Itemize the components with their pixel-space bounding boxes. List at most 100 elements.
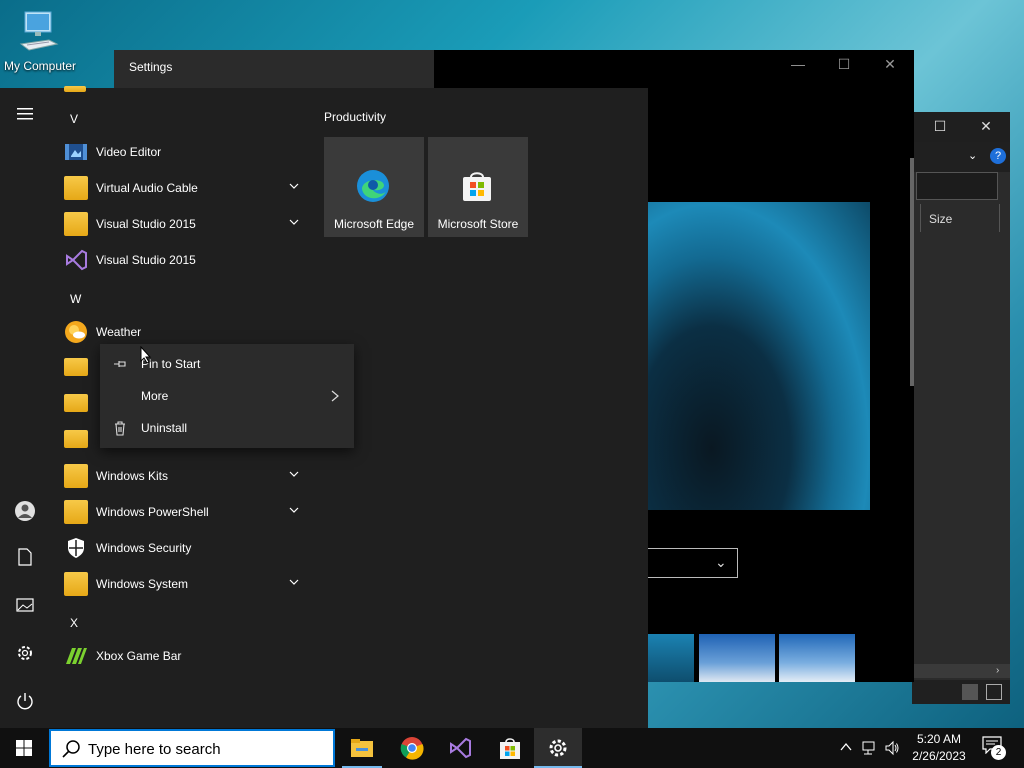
explorer-search-input[interactable] — [916, 172, 998, 200]
folder-icon — [64, 176, 88, 200]
letter-header-x[interactable]: X — [70, 616, 78, 630]
file-explorer-icon — [351, 739, 373, 757]
chevron-up-icon[interactable] — [838, 740, 854, 756]
search-placeholder: Type here to search — [88, 741, 221, 758]
folder-icon — [64, 358, 88, 376]
details-view-icon[interactable] — [962, 684, 978, 700]
tile-group-title[interactable]: Productivity — [324, 110, 386, 124]
folder-icon — [64, 430, 88, 448]
chevron-down-icon — [289, 219, 299, 225]
settings-icon — [549, 739, 567, 757]
taskbar-app-visual-studio[interactable] — [436, 728, 484, 768]
window-controls: — ☐ ✕ — [774, 50, 914, 82]
maximize-icon[interactable]: ☐ — [826, 56, 862, 76]
desktop-icon-my-computer[interactable]: My Computer — [0, 8, 80, 78]
volume-icon[interactable] — [884, 740, 900, 756]
photo-dropdown[interactable]: ⌄ — [644, 548, 738, 578]
letter-header-v[interactable]: V — [70, 112, 78, 126]
chevron-right-icon — [331, 390, 339, 402]
shield-icon — [68, 538, 84, 558]
hamburger-icon[interactable] — [13, 104, 37, 128]
pin-icon — [114, 361, 126, 367]
thumbnail[interactable] — [648, 634, 694, 682]
network-icon[interactable] — [862, 740, 878, 756]
settings-icon[interactable] — [13, 644, 37, 668]
app-xbox-game-bar[interactable]: Xbox Game Bar — [62, 638, 312, 674]
windows-logo-icon — [16, 740, 32, 756]
maximize-icon[interactable]: ☐ — [928, 118, 952, 136]
thumbnail[interactable] — [699, 634, 775, 682]
clock-date: 2/26/2023 — [912, 749, 966, 763]
app-visual-studio-2015-folder[interactable]: Visual Studio 2015 — [62, 206, 312, 242]
chevron-down-icon[interactable]: ⌄ — [968, 149, 977, 162]
large-icons-view-icon[interactable] — [986, 684, 1002, 700]
folder-icon — [64, 212, 88, 236]
taskbar-app-file-explorer[interactable] — [338, 728, 386, 768]
start-header: Settings — [114, 50, 434, 88]
store-icon — [463, 172, 491, 201]
close-icon[interactable]: ✕ — [872, 56, 908, 76]
app-virtual-audio-cable[interactable]: Virtual Audio Cable — [62, 170, 312, 206]
chevron-down-icon — [289, 471, 299, 477]
start-button[interactable] — [0, 728, 48, 768]
taskbar-app-chrome[interactable] — [388, 728, 436, 768]
help-icon[interactable]: ? — [990, 148, 1006, 164]
clock[interactable]: 5:20 AM 2/26/2023 — [906, 731, 972, 765]
folder-icon — [64, 394, 88, 412]
user-icon[interactable] — [13, 500, 37, 524]
tiles-area: Productivity Microsoft Edge Microsoft St… — [312, 88, 648, 728]
documents-icon[interactable] — [13, 548, 37, 572]
tile-microsoft-edge[interactable]: Microsoft Edge — [324, 137, 424, 237]
start-header-title: Settings — [129, 60, 173, 74]
explorer-statusbar — [912, 680, 1010, 704]
folder-icon — [64, 572, 88, 596]
folder-icon — [64, 500, 88, 524]
main-image[interactable] — [644, 202, 870, 510]
menu-item-pin-to-start[interactable]: Pin to Start — [100, 348, 354, 380]
clock-time: 5:20 AM — [916, 732, 962, 746]
taskbar-app-store[interactable] — [486, 728, 534, 768]
menu-item-more[interactable]: More — [100, 380, 354, 412]
taskbar-app-settings[interactable] — [534, 728, 582, 768]
chevron-down-icon: ⌄ — [715, 554, 727, 570]
action-center-button[interactable]: 2 — [980, 736, 1008, 760]
scroll-right-icon[interactable]: › — [996, 665, 999, 676]
horizontal-scrollbar[interactable]: › — [912, 664, 1010, 678]
pictures-icon[interactable] — [13, 596, 37, 620]
edge-icon — [357, 170, 389, 202]
app-windows-powershell[interactable]: Windows PowerShell — [62, 494, 312, 530]
letter-header-w[interactable]: W — [70, 292, 81, 306]
store-icon — [500, 738, 520, 759]
column-header-size[interactable]: Size — [920, 204, 1000, 232]
chevron-down-icon — [289, 579, 299, 585]
visual-studio-icon — [450, 737, 471, 759]
app-windows-security[interactable]: Windows Security — [62, 530, 312, 566]
menu-item-uninstall[interactable]: Uninstall — [100, 412, 354, 444]
weather-icon — [65, 321, 87, 343]
app-visual-studio-2015[interactable]: Visual Studio 2015 — [62, 242, 312, 278]
tile-microsoft-store[interactable]: Microsoft Store — [428, 137, 528, 237]
explorer-titlebar: ☐ ✕ — [912, 112, 1010, 142]
xbox-game-bar-icon — [66, 648, 87, 664]
thumbnail[interactable] — [779, 634, 855, 682]
close-icon[interactable]: ✕ — [974, 118, 998, 136]
taskbar-search-input[interactable]: Type here to search — [49, 729, 335, 767]
power-icon[interactable] — [13, 692, 37, 716]
folder-icon — [64, 464, 88, 488]
chevron-down-icon — [289, 507, 299, 513]
chevron-down-icon — [289, 183, 299, 189]
search-icon — [62, 740, 80, 758]
trash-icon — [115, 421, 125, 436]
minimize-icon[interactable]: — — [780, 56, 816, 76]
vertical-scrollbar[interactable] — [910, 158, 914, 386]
app-windows-kits[interactable]: Windows Kits — [62, 458, 312, 494]
visual-studio-icon — [66, 249, 87, 271]
explorer-ribbon: ⌄ ? — [912, 142, 1010, 172]
app-windows-system[interactable]: Windows System — [62, 566, 312, 602]
app-video-editor[interactable]: Video Editor — [62, 134, 312, 170]
folder-icon — [64, 86, 86, 92]
desktop-icon-label: My Computer — [3, 59, 77, 73]
mouse-cursor-icon — [140, 346, 152, 364]
taskbar: Type here to search 5:20 AM 2/26/2023 2 — [0, 728, 1024, 768]
context-menu: Pin to Start More Uninstall — [100, 344, 354, 448]
